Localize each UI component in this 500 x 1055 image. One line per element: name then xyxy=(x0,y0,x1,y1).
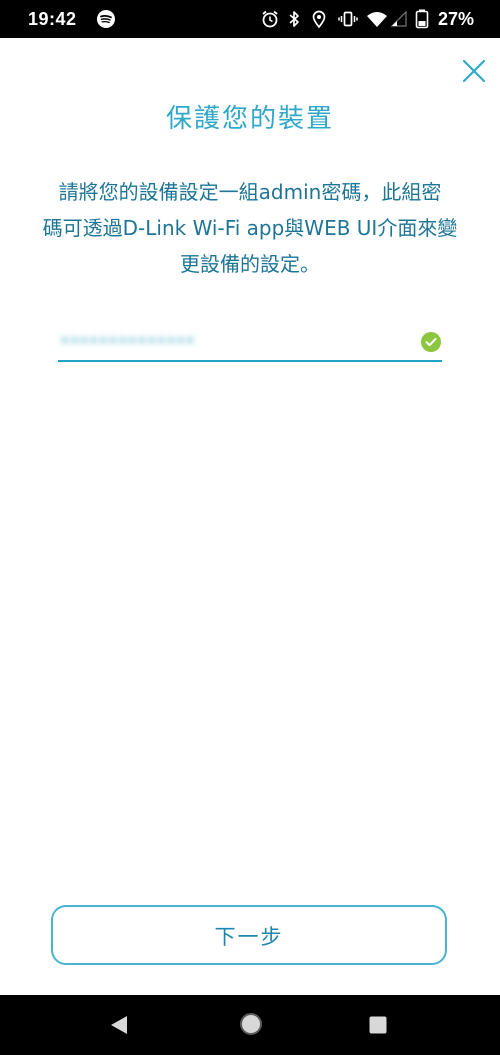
page-title: 保護您的裝置 xyxy=(165,104,334,134)
status-bar: 19:42 27% xyxy=(0,0,500,38)
status-time: 19:42 xyxy=(28,9,77,29)
password-field[interactable] xyxy=(58,318,442,362)
vibrate-icon xyxy=(338,9,358,29)
close-icon[interactable] xyxy=(459,56,489,86)
description-line: 請將您的設備設定一組admin密碼，此組密 xyxy=(58,180,442,204)
next-button[interactable]: 下一步 xyxy=(51,905,447,965)
navigation-bar xyxy=(0,995,500,1055)
bluetooth-icon xyxy=(284,9,304,29)
signal-icon xyxy=(390,9,411,29)
close-button[interactable] xyxy=(459,56,489,86)
wifi-icon xyxy=(366,9,387,29)
alarm-icon xyxy=(260,9,280,29)
back-icon[interactable] xyxy=(108,1014,130,1040)
description-line: 更設備的設定。 xyxy=(180,252,320,276)
password-input[interactable] xyxy=(58,324,402,356)
battery-percent: 27% xyxy=(438,9,475,29)
description-line: 碼可透過D-Link Wi-Fi app與WEB UI介面來變 xyxy=(42,216,458,240)
spotify-icon xyxy=(97,10,115,28)
page-description: 請將您的設備設定一組admin密碼，此組密 碼可透過D-Link Wi-Fi a… xyxy=(22,174,478,282)
recents-icon[interactable] xyxy=(369,1016,387,1038)
battery-icon xyxy=(415,9,429,29)
location-icon xyxy=(309,9,329,29)
home-icon[interactable] xyxy=(238,1011,264,1041)
valid-check-icon xyxy=(421,332,441,352)
